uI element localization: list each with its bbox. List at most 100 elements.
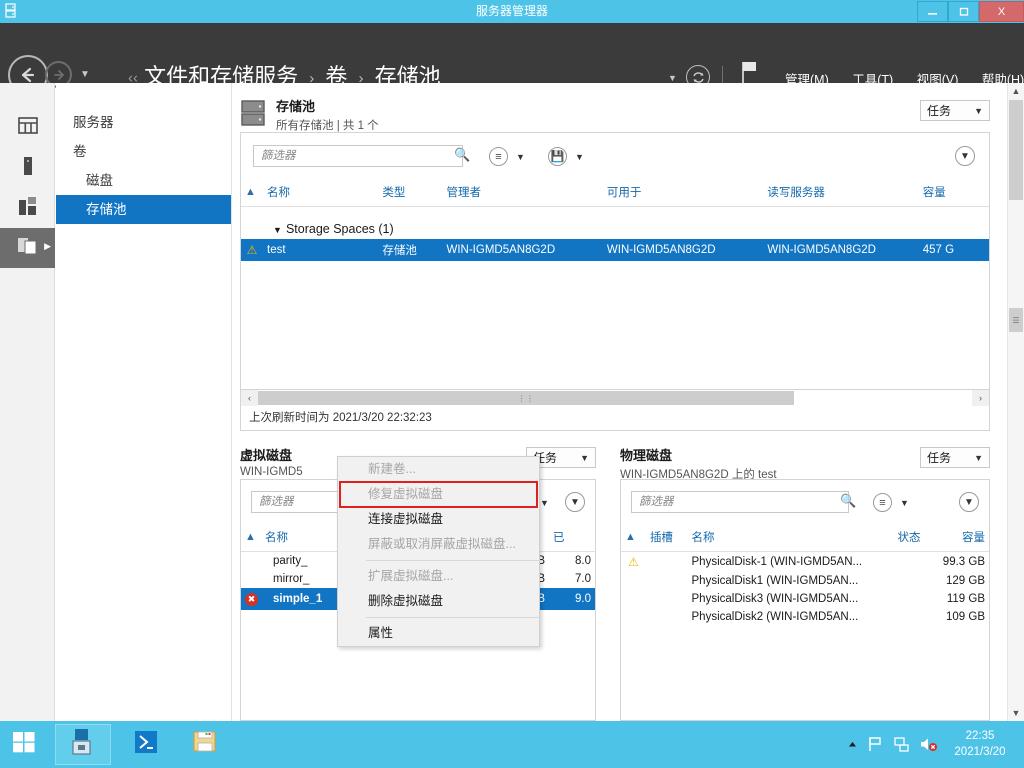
sidebar-item-volumes[interactable]: 卷 [56, 137, 231, 166]
col-type[interactable]: 类型 [378, 179, 443, 207]
sidebar-item-storage-pools[interactable]: 存储池 [56, 195, 231, 224]
table-row[interactable]: ⚠ test 存储池 WIN-IGMD5AN8G2D WIN-IGMD5AN8G… [241, 239, 989, 261]
col-status-icon[interactable]: ▲ [241, 179, 264, 207]
scroll-up-arrow[interactable]: ▲ [1008, 83, 1024, 99]
table-row[interactable]: PhysicalDisk3 (WIN-IGMD5AN... 119 GB [621, 590, 989, 608]
chevron-down-icon: ▼ [974, 452, 983, 463]
rail-item-file-and-storage-services[interactable]: ▶ [0, 228, 55, 268]
server-manager-taskbar-icon [69, 727, 97, 762]
table-row[interactable]: ⚠ PhysicalDisk-1 (WIN-IGMD5AN... 99.3 GB [621, 552, 989, 573]
breadcrumb-dropdown-icon[interactable]: ▼ [668, 73, 677, 83]
hscroll-thumb[interactable]: ⋮⋮ [258, 391, 794, 405]
volume-muted-icon[interactable] [919, 736, 938, 753]
sidebar-item-servers[interactable]: 服务器 [56, 108, 231, 137]
physical-disks-table: ▲ 插槽 名称 状态 容量 ⚠ PhysicalDisk-1 (WIN-IGMD… [621, 524, 989, 626]
taskbar-clock[interactable]: 22:35 2021/3/20 [942, 728, 1018, 760]
table-row[interactable]: PhysicalDisk2 (WIN-IGMD5AN... 109 GB [621, 608, 989, 626]
row-read-write-server: WIN-IGMD5AN8G2D [763, 239, 919, 261]
warning-column-icon: ▲ [245, 186, 256, 198]
rail-item-all-servers[interactable] [0, 188, 55, 228]
minimize-button[interactable] [917, 1, 948, 22]
nav-history-dropdown-icon[interactable]: ▼ [80, 69, 90, 80]
save-query-dropdown-icon[interactable]: ▼ [540, 498, 549, 508]
save-query-icon[interactable]: 💾 [548, 147, 567, 166]
system-tray [838, 721, 938, 768]
search-icon[interactable]: 🔍 [454, 147, 470, 163]
file-storage-services-icon [17, 236, 39, 261]
storage-pools-hscrollbar[interactable]: ‹ ⋮⋮ › [240, 390, 990, 407]
collapse-panel-icon[interactable]: ▼ [955, 146, 975, 166]
storage-pools-filter-input[interactable]: 篩选器 [253, 145, 463, 167]
context-menu-item-delete-virtual-disk[interactable]: 删除虚拟磁盘 [338, 589, 539, 614]
col-status-icon[interactable]: ▲ [621, 524, 646, 552]
clock-time: 22:35 [965, 730, 995, 742]
row-state [881, 572, 925, 590]
column-options-dropdown-icon[interactable]: ▼ [900, 498, 909, 508]
tasks-label: 任务 [927, 451, 952, 465]
scroll-right-arrow[interactable]: › [972, 390, 989, 406]
storage-pool-icon [240, 98, 268, 133]
row-name: PhysicalDisk-1 (WIN-IGMD5AN... [691, 556, 863, 568]
save-query-dropdown-icon[interactable]: ▼ [575, 152, 584, 162]
taskbar-item-file-explorer[interactable] [177, 724, 233, 765]
row-name: test [263, 239, 379, 261]
flag-icon[interactable] [867, 736, 884, 753]
maximize-button[interactable] [948, 1, 979, 22]
row-used: 9.0 [549, 588, 595, 610]
col-name[interactable]: 名称 [263, 179, 379, 207]
row-status-icon: ✖ [241, 588, 261, 610]
table-row[interactable]: PhysicalDisk1 (WIN-IGMD5AN... 129 GB [621, 572, 989, 590]
col-name[interactable]: 名称 [687, 524, 881, 552]
context-menu-separator [366, 560, 539, 561]
page-vertical-scrollbar[interactable]: ▲ ☰ ▼ [1007, 83, 1024, 721]
rail-item-local-server[interactable] [0, 148, 55, 188]
col-available-to[interactable]: 可用于 [602, 179, 764, 207]
row-slot [646, 552, 688, 573]
window-controls: X [917, 0, 1024, 23]
col-slot[interactable]: 插槽 [645, 524, 688, 552]
row-capacity: 109 GB [946, 611, 985, 623]
vscroll-thumb-upper[interactable] [1009, 100, 1023, 200]
col-capacity[interactable]: 容量 [924, 524, 989, 552]
col-capacity[interactable]: 容量 [918, 179, 989, 207]
column-options-dropdown-icon[interactable]: ▼ [516, 152, 525, 162]
taskbar-item-server-manager[interactable] [55, 724, 111, 765]
context-menu-item-attach-virtual-disk[interactable]: 连接虚拟磁盘 [338, 507, 539, 532]
sidebar-item-disks[interactable]: 磁盘 [56, 166, 231, 195]
group-collapse-icon[interactable]: ▼ [273, 225, 282, 235]
physical-disks-filter-input[interactable]: 篩选器 [631, 491, 849, 513]
col-used[interactable]: 已 [549, 524, 595, 552]
col-read-write-server[interactable]: 读写服务器 [763, 179, 919, 207]
show-hidden-icons-arrow[interactable] [847, 739, 858, 750]
start-button[interactable] [0, 721, 48, 768]
search-icon[interactable]: 🔍 [840, 493, 856, 509]
row-status-icon: ⚠ [241, 239, 264, 261]
collapse-panel-icon[interactable]: ▼ [565, 492, 585, 512]
col-status[interactable]: 状态 [880, 524, 925, 552]
row-capacity: 129 GB [946, 575, 985, 587]
row-used: 7.0 [575, 573, 591, 585]
rail-item-dashboard[interactable] [0, 108, 55, 148]
row-capacity: 119 GB [946, 593, 985, 605]
storage-pools-tasks-button[interactable]: 任务 ▼ [920, 100, 990, 121]
row-name: PhysicalDisk1 (WIN-IGMD5AN... [691, 575, 859, 587]
virtual-disk-context-menu[interactable]: 新建卷... 修复虚拟磁盘 连接虚拟磁盘 屏蔽或取消屏蔽虚拟磁盘... 扩展虚拟… [337, 456, 540, 647]
column-options-icon[interactable]: ≡ [489, 147, 508, 166]
physical-disks-tasks-button[interactable]: 任务 ▼ [920, 447, 990, 468]
row-slot [646, 572, 688, 590]
column-options-icon[interactable]: ≡ [873, 493, 892, 512]
col-status-icon[interactable]: ▲ [241, 524, 261, 552]
vscroll-thumb[interactable]: ☰ [1009, 308, 1023, 332]
network-icon[interactable] [893, 736, 910, 753]
scroll-down-arrow[interactable]: ▼ [1008, 705, 1024, 721]
chevron-right-icon[interactable]: ▶ [44, 241, 51, 252]
collapse-panel-icon[interactable]: ▼ [959, 492, 979, 512]
taskbar-item-powershell[interactable] [118, 724, 174, 765]
table-group-row[interactable]: ▼ Storage Spaces (1) [241, 219, 989, 239]
col-managed-by[interactable]: 管理者 [442, 179, 603, 207]
close-button[interactable]: X [979, 1, 1024, 22]
storage-pools-title: 存储池 [276, 99, 316, 114]
row-status-icon [621, 608, 646, 626]
scroll-left-arrow[interactable]: ‹ [241, 390, 258, 406]
context-menu-item-properties[interactable]: 属性 [338, 621, 539, 646]
